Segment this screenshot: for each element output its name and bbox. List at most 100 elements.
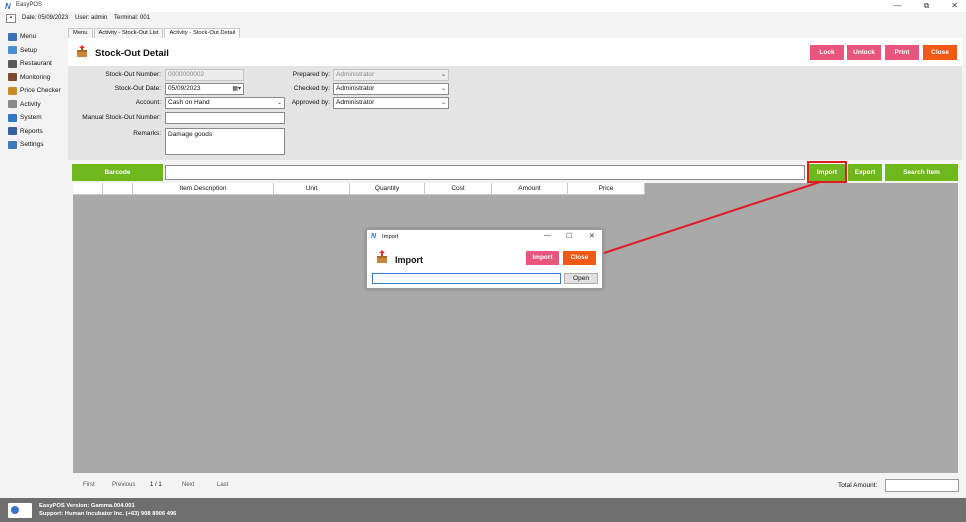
dialog-minimize-icon[interactable]: — xyxy=(544,232,551,239)
stock-out-date-picker[interactable]: 05/09/2023 ▦▾ xyxy=(165,83,244,95)
dialog-close-icon[interactable]: ✕ xyxy=(589,232,595,240)
open-file-button[interactable]: Open xyxy=(564,273,598,284)
window-controls: — ⧉ ✕ xyxy=(894,1,958,11)
pager-last-link[interactable]: Last xyxy=(217,482,228,488)
chevron-down-icon: ⌄ xyxy=(440,72,446,78)
grid-col-delete[interactable] xyxy=(103,183,133,195)
total-amount-label: Total Amount: xyxy=(838,482,878,489)
manual-number-field[interactable] xyxy=(165,112,285,124)
sidebar-item-system[interactable]: System xyxy=(0,111,66,125)
account-label: Account: xyxy=(135,99,161,106)
tab-stock-out-detail[interactable]: Activity - Stock-Out Detail xyxy=(164,28,241,38)
file-path-input[interactable] xyxy=(372,273,561,284)
sidebar-item-label: Setup xyxy=(20,46,37,54)
app-title: EasyPOS xyxy=(16,2,43,8)
reports-icon xyxy=(8,127,17,136)
menu-icon xyxy=(8,32,17,41)
setup-icon xyxy=(8,46,17,55)
grid-header-row: Item Description Unit Quantity Cost Amou… xyxy=(73,183,645,195)
sidebar-item-menu[interactable]: Menu xyxy=(0,30,66,44)
export-button[interactable]: Export xyxy=(848,164,882,181)
sidebar-item-label: System xyxy=(20,114,42,122)
pager-next-link[interactable]: Next xyxy=(182,482,194,488)
session-date: Date: 05/09/2023 xyxy=(22,15,69,21)
stock-out-date-label: Stock-Out Date: xyxy=(114,85,161,92)
search-item-button[interactable]: Search Item xyxy=(885,164,958,181)
company-logo-icon xyxy=(8,503,32,518)
maximize-icon[interactable]: ⧉ xyxy=(924,1,930,11)
prepared-by-label: Prepared by: xyxy=(292,71,330,78)
items-grid[interactable]: Item Description Unit Quantity Cost Amou… xyxy=(73,183,958,473)
stock-out-number-label: Stock-Out Number: xyxy=(105,71,161,78)
grid-col-edit[interactable] xyxy=(73,183,103,195)
dialog-maximize-icon[interactable]: ☐ xyxy=(566,232,572,240)
app-logo-icon: N xyxy=(5,2,11,11)
sidebar-item-price-checker[interactable]: Price Checker xyxy=(0,84,66,98)
dialog-import-button[interactable]: Import xyxy=(526,251,559,265)
support-text: Support: Human Incubator Inc. (+63) 908 … xyxy=(39,511,177,517)
session-info-bar: ▪ Date: 05/09/2023 User: admin Terminal:… xyxy=(0,12,966,26)
grid-col-amount[interactable]: Amount xyxy=(492,183,568,195)
grid-col-quantity[interactable]: Quantity xyxy=(350,183,425,195)
prepared-by-select[interactable]: Administrator ⌄ xyxy=(333,69,449,81)
grid-col-cost[interactable]: Cost xyxy=(425,183,492,195)
unlock-button[interactable]: Unlock xyxy=(847,45,881,60)
import-dialog: N Import — ☐ ✕ Import Import Close Open xyxy=(366,229,603,289)
settings-icon xyxy=(8,140,17,149)
remarks-label: Remarks: xyxy=(133,130,161,137)
sidebar-item-label: Settings xyxy=(20,141,44,149)
grid-col-item-description[interactable]: Item Description xyxy=(133,183,274,195)
prepared-by-value: Administrator xyxy=(336,71,375,78)
minimize-icon[interactable]: — xyxy=(894,1,902,11)
chevron-down-icon: ⌄ xyxy=(440,86,446,92)
dialog-close-button[interactable]: Close xyxy=(563,251,596,265)
pager-previous-link[interactable]: Previous xyxy=(112,482,135,488)
close-icon[interactable]: ✕ xyxy=(951,1,958,11)
menu-toggle-icon[interactable]: ▪ xyxy=(6,14,16,23)
import-button[interactable]: Import xyxy=(809,164,845,181)
sidebar-item-label: Monitoring xyxy=(20,73,51,81)
sidebar-item-activity[interactable]: Activity xyxy=(0,98,66,112)
session-terminal: Terminal: 001 xyxy=(114,15,151,21)
sidebar-item-label: Reports xyxy=(20,127,43,135)
approved-by-select[interactable]: Administrator ⌄ xyxy=(333,97,449,109)
price-checker-icon xyxy=(8,86,17,95)
box-upload-icon xyxy=(377,250,387,263)
lock-button[interactable]: Lock xyxy=(810,45,844,60)
dialog-heading: Import xyxy=(395,255,423,265)
sidebar-item-restaurant[interactable]: Restaurant xyxy=(0,57,66,71)
account-value: Cash on Hand xyxy=(168,99,210,106)
version-text: EasyPOS Version: Gamma.004.001 xyxy=(39,503,135,509)
barcode-button[interactable]: Barcode xyxy=(72,164,163,181)
grid-col-price[interactable]: Price xyxy=(568,183,645,195)
barcode-toolbar: Barcode Import Export Search Item xyxy=(72,164,958,181)
remarks-field[interactable]: Damage goods xyxy=(165,128,285,155)
dialog-app-logo-icon: N xyxy=(371,233,377,240)
approved-by-label: Approved by: xyxy=(291,99,330,106)
barcode-input[interactable] xyxy=(165,165,805,180)
chevron-down-icon: ⌄ xyxy=(440,100,446,106)
easypos-window: N EasyPOS — ⧉ ✕ ▪ Date: 05/09/2023 User:… xyxy=(0,0,966,522)
sidebar-item-setup[interactable]: Setup xyxy=(0,44,66,58)
grid-col-unit[interactable]: Unit xyxy=(274,183,350,195)
pager-first-link[interactable]: First xyxy=(83,482,95,488)
sidebar-item-monitoring[interactable]: Monitoring xyxy=(0,71,66,85)
pager: First Previous 1 / 1 Next Last Total Amo… xyxy=(68,478,962,494)
sidebar: Menu Setup Restaurant Monitoring Price Check… xyxy=(0,30,66,170)
close-button[interactable]: Close xyxy=(923,45,957,60)
box-upload-icon xyxy=(77,45,87,57)
checked-by-select[interactable]: Administrator ⌄ xyxy=(333,83,449,95)
sidebar-item-label: Activity xyxy=(20,100,41,108)
approved-by-value: Administrator xyxy=(336,99,375,106)
tab-stock-out-list[interactable]: Activity - Stock-Out List xyxy=(93,28,164,38)
sidebar-item-settings[interactable]: Settings xyxy=(0,138,66,152)
manual-number-label: Manual Stock-Out Number: xyxy=(82,114,161,121)
tab-menu[interactable]: Menu xyxy=(68,28,93,38)
sidebar-item-reports[interactable]: Reports xyxy=(0,125,66,139)
print-button[interactable]: Print xyxy=(885,45,919,60)
tab-strip: Menu Activity - Stock-Out List Activity … xyxy=(68,28,241,38)
stock-out-form: Stock-Out Number: 0000000002 Stock-Out D… xyxy=(68,66,962,160)
detail-header: Stock-Out Detail Lock Unlock Print Close xyxy=(68,38,962,66)
checked-by-value: Administrator xyxy=(336,85,375,92)
stock-out-number-field[interactable]: 0000000002 xyxy=(165,69,244,81)
